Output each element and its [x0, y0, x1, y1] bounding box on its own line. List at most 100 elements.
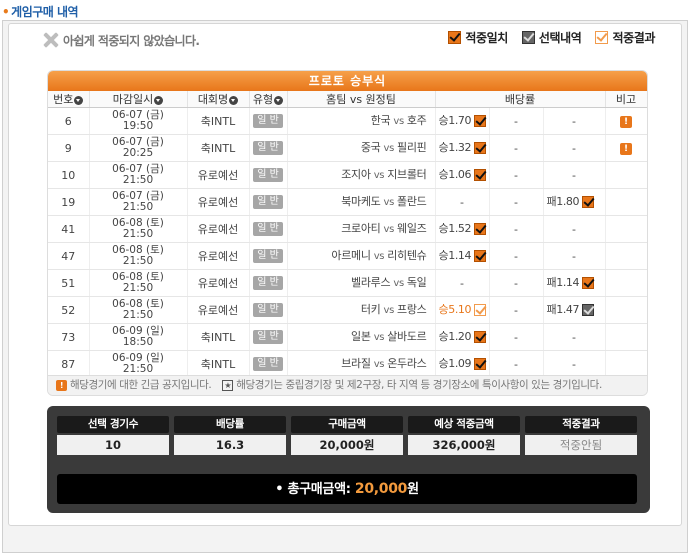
alert-icon[interactable]: ! [620, 115, 633, 128]
odds-win[interactable]: 승1.52 [435, 215, 490, 243]
type-badge: 일 반 [253, 222, 283, 236]
checkbox-orange-icon[interactable] [474, 250, 487, 262]
odds-lose[interactable]: 패1.80 [543, 188, 606, 216]
type: 일 반 [249, 269, 288, 297]
league: 축INTL [187, 134, 250, 162]
odds-win-value: 승1.14 [438, 249, 472, 262]
legend-selected-label: 선택내역 [538, 31, 582, 45]
sort-icon[interactable] [74, 95, 84, 105]
checkbox-outline-icon[interactable] [474, 304, 487, 316]
bet-table: 프로토 승부식 번호 마감일시 대회명 유형 홈팀 vs 원정팀 배당률 비고 [47, 70, 648, 396]
home-team: 중국 [360, 141, 381, 154]
summary-header: 적중결과 [525, 416, 637, 433]
header-deadline[interactable]: 마감일시 [89, 91, 188, 108]
summary-col: 선택 경기수 10 [57, 416, 169, 455]
header-deadline-label: 마감일시 [112, 93, 154, 106]
odds-lose: - [543, 323, 606, 351]
home-team: 크로아티 [341, 222, 381, 235]
summary-col: 적중결과 적중안됨 [525, 416, 637, 455]
legend-hit-label: 적중일치 [465, 31, 508, 45]
odds-win-value: 승1.20 [438, 330, 472, 343]
odds-win-value: 승1.52 [438, 222, 472, 235]
odds-lose: - [543, 215, 606, 243]
header-type-label: 유형 [252, 93, 274, 106]
type: 일 반 [249, 215, 288, 243]
checkbox-orange-icon[interactable] [474, 358, 487, 370]
deadline-time: 19:50 [122, 120, 154, 132]
league: 유로예선 [187, 269, 250, 297]
purchase-panel: 아쉽게 적중되지 않았습니다. 적중일치 선택내역 적중결과 프로토 승부식 번… [2, 20, 688, 553]
note-cell [605, 350, 647, 378]
header-no[interactable]: 번호 [48, 91, 90, 108]
note-cell[interactable]: ! [605, 134, 647, 162]
odds-win[interactable]: 승1.32 [435, 134, 490, 162]
away-team: 프랑스 [397, 303, 427, 316]
summary-value: 16.3 [174, 435, 286, 455]
legend-result: 적중결과 [595, 29, 655, 46]
notice-2: 해당경기는 중립경기장 및 제2구장, 타 지역 등 경기장소에 특이사항이 있… [236, 379, 602, 391]
checkbox-orange-icon[interactable] [474, 169, 487, 181]
vs-label: vs [393, 278, 404, 289]
checkbox-orange-icon[interactable] [474, 331, 487, 343]
note-cell[interactable]: ! [605, 107, 647, 135]
game-number: 19 [48, 188, 90, 216]
table-row: 10 06-07 (금) 21:50 유로예선 일 반 조지아 vs 지브롤터 승1.06- - [48, 161, 647, 189]
checkbox-orange-icon[interactable] [474, 223, 487, 235]
table-row: 6 06-07 (금) 19:50 축INTL 일 반 한국 vs 호주 승1.70- -! [48, 107, 647, 135]
away-team: 리히텐슈 [387, 249, 427, 262]
odds-win-value: 승1.09 [438, 357, 472, 370]
odds-draw: - [489, 296, 544, 324]
header-league[interactable]: 대회명 [187, 91, 250, 108]
deadline-time: 18:50 [122, 336, 154, 348]
game-number: 87 [48, 350, 90, 378]
total-amount: 20,000 [354, 481, 408, 497]
home-team: 북마케도 [341, 195, 381, 208]
summary-col: 예상 적중금액 326,000원 [408, 416, 520, 455]
odds-lose-value: 패1.47 [546, 303, 580, 316]
checkbox-orange-icon[interactable] [582, 277, 595, 289]
alert-icon[interactable]: ! [620, 142, 633, 155]
header-league-label: 대회명 [197, 93, 229, 106]
league: 유로예선 [187, 188, 250, 216]
game-number: 10 [48, 161, 90, 189]
table-row: 73 06-09 (일) 18:50 축INTL 일 반 일본 vs 살바도르 승1.20- - [48, 323, 647, 351]
game-number: 51 [48, 269, 90, 297]
checkbox-orange-icon[interactable] [474, 115, 487, 127]
sort-icon[interactable] [154, 95, 164, 105]
total-label: 총구매금액: [287, 482, 351, 497]
match: 조지아 vs 지브롤터 [287, 161, 436, 189]
type: 일 반 [249, 188, 288, 216]
sort-icon[interactable] [274, 95, 284, 105]
type-badge: 일 반 [253, 114, 283, 128]
odds-win[interactable]: 승1.20 [435, 323, 490, 351]
type: 일 반 [249, 296, 288, 324]
deadline: 06-08 (토) 21:50 [89, 242, 188, 270]
table-notice: ! 해당경기에 대한 긴급 공지입니다. ★ 해당경기는 중립경기장 및 제2구… [48, 375, 647, 395]
checkbox-gray-icon[interactable] [582, 304, 595, 316]
odds-win[interactable]: 승1.70 [435, 107, 490, 135]
match: 한국 vs 호주 [287, 107, 436, 135]
header-type[interactable]: 유형 [249, 91, 288, 108]
sort-icon[interactable] [229, 95, 239, 105]
note-cell [605, 161, 647, 189]
odds-draw: - [489, 242, 544, 270]
match: 아르메니 vs 리히텐슈 [287, 242, 436, 270]
match: 일본 vs 살바도르 [287, 323, 436, 351]
league: 유로예선 [187, 296, 250, 324]
deadline: 06-08 (토) 21:50 [89, 215, 188, 243]
odds-win[interactable]: 승5.10 [435, 296, 490, 324]
checkbox-orange-icon[interactable] [474, 142, 487, 154]
table-row: 87 06-09 (일) 21:50 축INTL 일 반 브라질 vs 온두라스 승1.09- - [48, 350, 647, 378]
odds-win[interactable]: 승1.06 [435, 161, 490, 189]
checkbox-orange-icon[interactable] [582, 196, 595, 208]
odds-lose[interactable]: 패1.14 [543, 269, 606, 297]
odds-lose[interactable]: 패1.47 [543, 296, 606, 324]
odds-draw: - [489, 269, 544, 297]
league: 축INTL [187, 323, 250, 351]
odds-win[interactable]: 승1.09 [435, 350, 490, 378]
odds-lose: - [543, 107, 606, 135]
odds-win[interactable]: 승1.14 [435, 242, 490, 270]
note-cell [605, 296, 647, 324]
type-badge: 일 반 [253, 168, 283, 182]
deadline: 06-09 (일) 21:50 [89, 350, 188, 378]
